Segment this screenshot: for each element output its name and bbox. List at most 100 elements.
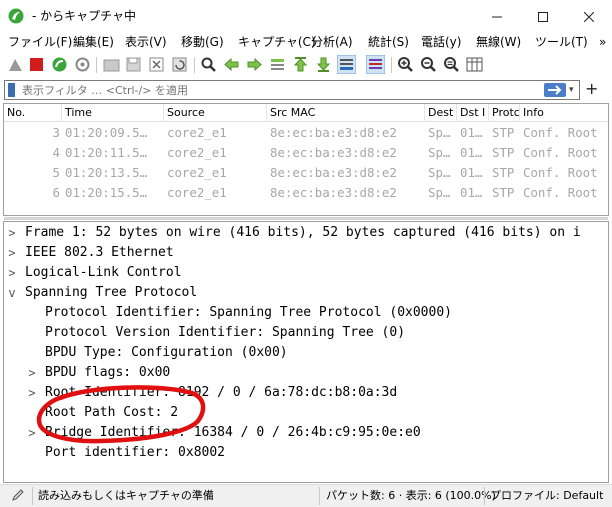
tree-item-label: IEEE 802.3 Ethernet (25, 245, 174, 260)
expand-arrow-icon[interactable]: > (5, 243, 19, 263)
stop-capture-icon[interactable] (27, 55, 46, 74)
minimize-icon[interactable] (474, 0, 520, 32)
window-title: - からキャプチャ中 (32, 9, 137, 23)
add-filter-button[interactable]: + (585, 81, 598, 97)
column-header-time[interactable]: Time (62, 104, 164, 122)
edit-comment-icon[interactable] (11, 488, 25, 502)
menu-analyze[interactable]: 分析(A) (311, 32, 353, 52)
menu-edit[interactable]: 編集(E) (73, 32, 114, 52)
tree-item-protocol-version[interactable]: Protocol Version Identifier: Spanning Tr… (4, 323, 608, 343)
filter-bookmark-icon[interactable] (8, 83, 15, 97)
tree-item-port-identifier[interactable]: Port identifier: 0x8002 (4, 443, 608, 463)
column-header-src-mac[interactable]: Src MAC (267, 104, 425, 122)
expand-arrow-icon[interactable]: > (25, 383, 39, 403)
go-back-icon[interactable] (222, 55, 241, 74)
toolbar-separator (391, 57, 392, 73)
column-header-no[interactable]: No. (4, 104, 62, 122)
packet-time: 01:20:09.5… (65, 125, 148, 140)
close-icon[interactable] (566, 0, 612, 32)
menu-overflow-icon[interactable]: » (599, 32, 606, 52)
packet-dst-i: 01… (460, 145, 483, 160)
tree-item-bpdu-flags[interactable]: > BPDU flags: 0x00 (4, 363, 608, 383)
column-header-protocol[interactable]: Protc (489, 104, 520, 122)
tree-item-frame[interactable]: > Frame 1: 52 bytes on wire (416 bits), … (4, 223, 608, 243)
tree-item-protocol-id[interactable]: Protocol Identifier: Spanning Tree Proto… (4, 303, 608, 323)
apply-filter-arrow-icon[interactable] (544, 83, 566, 97)
open-file-icon[interactable] (102, 55, 121, 74)
zoom-out-icon[interactable] (419, 55, 438, 74)
collapse-arrow-icon[interactable]: v (5, 283, 19, 303)
packet-time: 01:20:11.5… (65, 145, 148, 160)
status-packet-count: パケット数: 6 · 表示: 6 (100.0%) (326, 489, 496, 502)
menu-tools[interactable]: ツール(T) (535, 32, 588, 52)
expand-arrow-icon[interactable]: > (5, 263, 19, 283)
packet-protocol: STP (492, 125, 515, 140)
menu-statistics[interactable]: 統計(S) (368, 32, 409, 52)
column-header-info[interactable]: Info (520, 104, 608, 122)
tree-item-bpdu-type[interactable]: BPDU Type: Configuration (0x00) (4, 343, 608, 363)
capture-options-icon[interactable] (73, 55, 92, 74)
expand-arrow-icon[interactable]: > (5, 223, 19, 243)
tree-item-root-identifier[interactable]: > Root Identifier: 8192 / 0 / 6a:78:dc:b… (4, 383, 608, 403)
colorize-icon[interactable] (366, 55, 385, 74)
tree-item-llc[interactable]: > Logical-Link Control (4, 263, 608, 283)
tree-item-label: Frame 1: 52 bytes on wire (416 bits), 52… (25, 225, 581, 240)
maximize-icon[interactable] (520, 0, 566, 32)
status-bar: 読み込みもしくはキャプチャの準備 パケット数: 6 · 表示: 6 (100.0… (0, 484, 612, 507)
status-separator (484, 487, 485, 505)
main-toolbar (0, 53, 612, 78)
tree-item-ethernet[interactable]: > IEEE 802.3 Ethernet (4, 243, 608, 263)
tree-item-bridge-identifier[interactable]: > Bridge Identifier: 16384 / 0 / 26:4b:c… (4, 423, 608, 443)
shark-fin-icon[interactable] (6, 55, 25, 74)
restart-capture-icon[interactable] (50, 55, 69, 74)
column-header-dest[interactable]: Dest (425, 104, 457, 122)
tree-item-label: Spanning Tree Protocol (25, 285, 198, 300)
menu-telephony[interactable]: 電話(y) (421, 32, 461, 52)
menu-view[interactable]: 表示(V) (125, 32, 167, 52)
go-to-last-icon[interactable] (314, 55, 333, 74)
packet-source: core2_e1 (167, 125, 227, 140)
go-to-first-icon[interactable] (291, 55, 310, 74)
packet-source: core2_e1 (167, 165, 227, 180)
packet-dst-i: 01… (460, 125, 483, 140)
close-file-icon[interactable] (147, 55, 166, 74)
tree-item-root-path-cost[interactable]: Root Path Cost: 2 (4, 403, 608, 423)
packet-list-horizontal-scrollbar[interactable] (4, 217, 608, 220)
status-separator (32, 487, 33, 505)
reload-file-icon[interactable] (170, 55, 189, 74)
packet-row[interactable]: 4 01:20:11.5… core2_e1 8e:ec:ba:e3:d8:e2… (4, 143, 608, 163)
column-header-source[interactable]: Source (164, 104, 267, 122)
status-profile[interactable]: プロファイル: Default (490, 488, 603, 504)
go-forward-icon[interactable] (245, 55, 264, 74)
menu-wireless[interactable]: 無線(W) (476, 32, 521, 52)
find-packet-icon[interactable] (199, 55, 218, 74)
packet-info: Conf. Root (523, 145, 598, 160)
packet-dst-i: 01… (460, 185, 483, 200)
packet-no: 3 (52, 125, 60, 140)
tree-item-label: BPDU flags: 0x00 (45, 365, 171, 380)
packet-row[interactable]: 6 01:20:15.5… core2_e1 8e:ec:ba:e3:d8:e2… (4, 183, 608, 203)
save-file-icon[interactable] (124, 55, 143, 74)
packet-source: core2_e1 (167, 185, 227, 200)
packet-dst-i: 01… (460, 165, 483, 180)
zoom-in-icon[interactable] (396, 55, 415, 74)
packet-row[interactable]: 3 01:20:09.5… core2_e1 8e:ec:ba:e3:d8:e2… (4, 123, 608, 143)
packet-row[interactable]: 5 01:20:13.5… core2_e1 8e:ec:ba:e3:d8:e2… (4, 163, 608, 183)
tree-item-stp[interactable]: v Spanning Tree Protocol (4, 283, 608, 303)
tree-item-label: Bridge Identifier: 16384 / 0 / 26:4b:c9:… (45, 425, 421, 440)
resize-columns-icon[interactable] (465, 55, 484, 74)
packet-details-tree: > Frame 1: 52 bytes on wire (416 bits), … (3, 221, 609, 483)
auto-scroll-icon[interactable] (337, 55, 356, 74)
go-to-packet-icon[interactable] (268, 55, 287, 74)
column-header-dst-i[interactable]: Dst I (457, 104, 489, 122)
menu-capture[interactable]: キャプチャ(C) (238, 32, 316, 52)
expand-arrow-icon[interactable]: > (25, 423, 39, 443)
filter-history-dropdown-icon[interactable]: ▾ (569, 82, 574, 98)
menu-file[interactable]: ファイル(F) (8, 32, 72, 52)
menu-go[interactable]: 移動(G) (181, 32, 224, 52)
packet-source: core2_e1 (167, 145, 227, 160)
normal-size-icon[interactable] (442, 55, 461, 74)
display-filter-input[interactable] (22, 82, 542, 98)
expand-arrow-icon[interactable]: > (25, 363, 39, 383)
tree-item-label: Root Path Cost: 2 (45, 405, 179, 420)
